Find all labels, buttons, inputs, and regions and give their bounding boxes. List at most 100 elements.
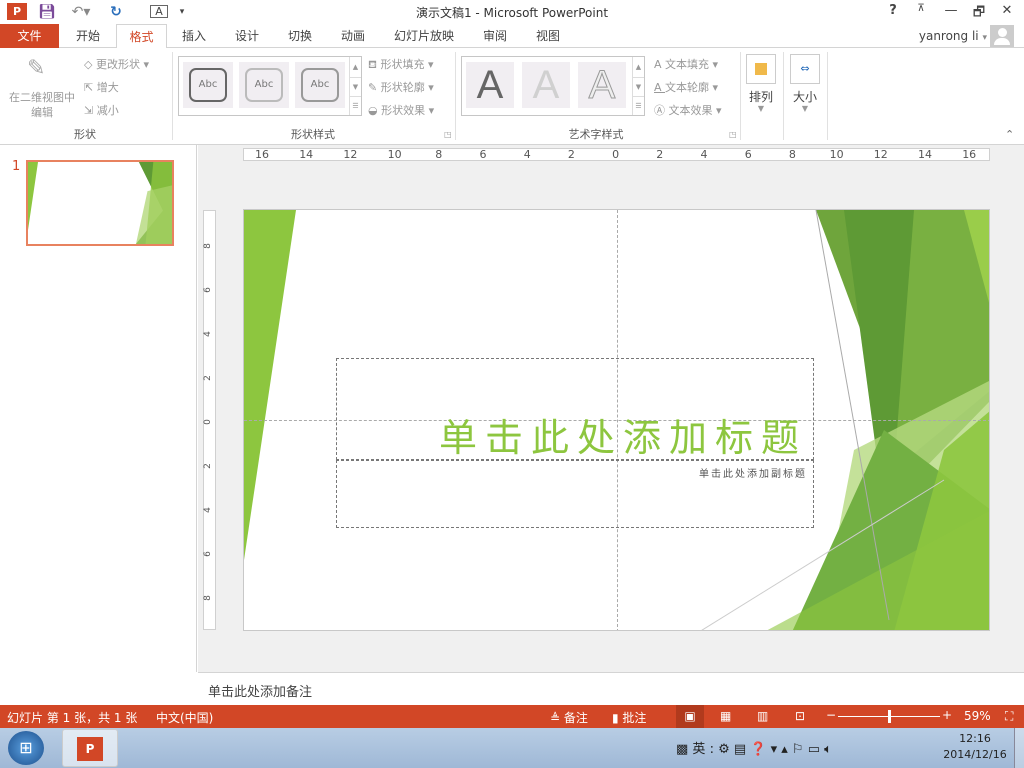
slide-sorter-button[interactable]: ▦ [720, 709, 731, 723]
ribbon-display-options-button[interactable]: ⊼ [910, 3, 932, 14]
text-outline-button[interactable]: A 文本轮廓 ▾ [654, 79, 718, 95]
ruler-tick-label: 8 [202, 595, 213, 601]
slideshow-button[interactable]: ⊡ [795, 709, 805, 723]
ruler-tick-label: 4 [700, 148, 708, 161]
powerpoint-icon: P [77, 737, 103, 761]
user-name: yanrong li [918, 29, 979, 43]
change-shape-button[interactable]: ◇ 更改形状 ▾ [84, 56, 149, 72]
shrink-icon: ⇲ [84, 104, 97, 117]
clock-time: 12:16 [959, 732, 991, 745]
title-placeholder[interactable]: 单击此处添加标题 [336, 358, 814, 460]
close-button[interactable]: ✕ [996, 3, 1018, 18]
notes-placeholder[interactable]: 单击此处添加备注 [208, 681, 312, 700]
tab-home[interactable]: 开始 [66, 24, 110, 48]
shape-effects-button[interactable]: ◒ 形状效果 ▾ [368, 102, 434, 118]
wordart-option[interactable]: A [466, 62, 514, 108]
minimize-button[interactable]: — [940, 3, 962, 18]
tab-design[interactable]: 设计 [227, 24, 267, 48]
shape-style-option[interactable]: Abc [295, 62, 345, 108]
arrange-dropdown[interactable]: ▼ [744, 104, 778, 113]
tab-review[interactable]: 审阅 [475, 24, 515, 48]
wordart-option[interactable]: A [522, 62, 570, 108]
system-tray-icons[interactable]: ▩ 英 : ⚙ ▤ ❓ ▾ ▴ ⚐ ▭ 🔈︎ [676, 738, 832, 757]
tab-file[interactable]: 文件 [0, 24, 59, 48]
clock[interactable]: 12:16 2014/12/16 [940, 732, 1010, 761]
show-desktop-button[interactable] [1014, 728, 1024, 768]
ruler-tick-label: 16 [962, 148, 977, 161]
slide-canvas[interactable]: 单击此处添加标题 单击此处添加副标题 [243, 209, 990, 631]
user-account[interactable]: yanrong li ▾ [905, 24, 987, 48]
horizontal-ruler[interactable]: 16 14 12 10 8 6 4 2 0 2 4 6 8 10 12 14 16 [243, 148, 990, 161]
arrange-button[interactable]: 排列 [744, 88, 778, 105]
edit-in-2d-button[interactable]: 在二维视图中编辑 [5, 90, 79, 120]
size-dropdown[interactable]: ▼ [788, 104, 822, 113]
notes-pane[interactable]: 单击此处添加备注 [198, 672, 1024, 705]
enlarge-label: 增大 [96, 81, 119, 94]
tab-slideshow[interactable]: 幻灯片放映 [390, 24, 458, 48]
wordart-gallery[interactable]: A A A ▲ ▼ ☰ [461, 56, 645, 116]
tab-insert[interactable]: 插入 [174, 24, 214, 48]
text-effects-button[interactable]: Ⓐ 文本效果 ▾ [654, 102, 722, 118]
gallery-more[interactable]: ☰ [632, 96, 644, 115]
shrink-button[interactable]: ⇲ 减小 [84, 102, 119, 118]
arrange-icon[interactable] [746, 54, 776, 84]
zoom-slider[interactable] [838, 710, 940, 723]
fit-to-window-button[interactable]: ⛶ [1005, 709, 1013, 724]
slide-count: 幻灯片 第 1 张，共 1 张 [7, 711, 138, 725]
ribbon-tabs: 文件 开始 格式 插入 设计 切换 动画 幻灯片放映 审阅 视图 yanrong… [0, 24, 1024, 49]
zoom-level[interactable]: 59% [964, 709, 991, 723]
zoom-out-button[interactable]: − [826, 708, 836, 722]
notes-button[interactable]: ≜ 备注 [550, 709, 588, 726]
wordart-option[interactable]: A [578, 62, 626, 108]
shape-outline-button[interactable]: ✎ 形状轮廓 ▾ [368, 79, 434, 95]
shape-effects-label: 形状效果 [381, 104, 426, 117]
dialog-launcher-icon[interactable]: ◳ [729, 130, 737, 139]
normal-view-button[interactable]: ▣ [676, 705, 704, 728]
slide-thumbnail[interactable] [26, 160, 174, 246]
gallery-scroll-down[interactable]: ▼ [632, 77, 644, 96]
tab-animations[interactable]: 动画 [333, 24, 373, 48]
comments-button[interactable]: ▮ 批注 [612, 709, 646, 726]
language-indicator[interactable]: 中文(中国) [156, 709, 213, 726]
text-fill-button[interactable]: A 文本填充 ▾ [654, 56, 718, 72]
slide-title[interactable]: 单击此处添加标题 [439, 407, 807, 462]
text-fill-icon: A [654, 58, 666, 71]
start-button[interactable]: ⊞ [8, 731, 44, 765]
size-button[interactable]: 大小 [788, 88, 822, 105]
ruler-tick-label: 0 [202, 419, 213, 425]
text-effects-icon: Ⓐ [654, 104, 669, 117]
dialog-launcher-icon[interactable]: ◳ [444, 130, 452, 139]
gallery-scroll-up[interactable]: ▲ [349, 57, 361, 77]
ime-indicator[interactable]: 英 [692, 742, 705, 757]
window-title: 演示文稿1 - Microsoft PowerPoint [415, 6, 609, 20]
shape-style-option[interactable]: Abc [239, 62, 289, 108]
tab-format[interactable]: 格式 [116, 24, 167, 49]
help-button[interactable]: ? [882, 3, 904, 18]
slide-subtitle[interactable]: 单击此处添加副标题 [699, 465, 807, 480]
collapse-ribbon-icon[interactable]: ⌃ [1005, 128, 1014, 141]
shape-fill-label: 形状填充 [380, 58, 425, 71]
gallery-scroll-up[interactable]: ▲ [632, 57, 644, 77]
shape-style-option[interactable]: Abc [183, 62, 233, 108]
ruler-tick-label: 6 [479, 148, 487, 161]
zoom-in-button[interactable]: + [942, 708, 952, 722]
avatar[interactable] [990, 25, 1014, 47]
group-divider [740, 52, 741, 140]
size-icon[interactable]: ⇔ [790, 54, 820, 84]
shape-styles-gallery[interactable]: Abc Abc Abc ▲ ▼ ☰ [178, 56, 362, 116]
enlarge-button[interactable]: ⇱ 增大 [84, 79, 119, 95]
subtitle-placeholder[interactable]: 单击此处添加副标题 [336, 460, 814, 528]
maximize-button[interactable]: 🗗 [968, 3, 990, 25]
taskbar-powerpoint[interactable]: P [62, 729, 118, 767]
tab-transitions[interactable]: 切换 [280, 24, 320, 48]
ruler-tick-label: 12 [873, 148, 888, 161]
shape-fill-button[interactable]: ⛾ 形状填充 ▾ [368, 56, 434, 73]
tab-view[interactable]: 视图 [528, 24, 568, 48]
zoom-slider-thumb[interactable] [888, 710, 891, 723]
reading-view-button[interactable]: ▥ [757, 709, 768, 723]
ruler-tick-label: 4 [202, 331, 213, 337]
user-caret: ▾ [982, 33, 987, 43]
vertical-ruler[interactable]: 8 6 4 2 0 2 4 6 8 [203, 210, 216, 630]
gallery-scroll-down[interactable]: ▼ [349, 77, 361, 96]
gallery-more[interactable]: ☰ [349, 96, 361, 115]
